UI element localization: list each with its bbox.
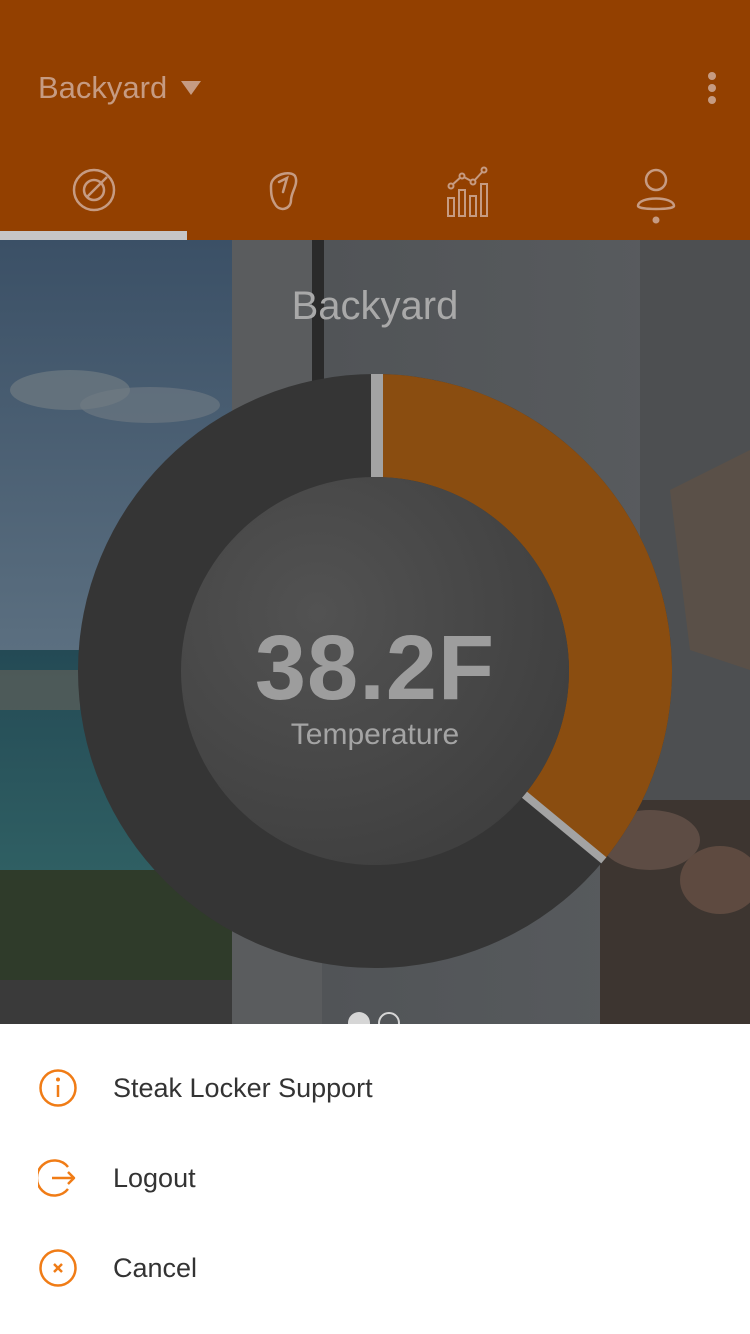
dropdown-caret-icon [181,81,202,95]
support-option[interactable]: Steak Locker Support [0,1048,750,1128]
more-dot-icon [708,72,716,80]
temperature-readout: 38.2F Temperature [180,618,570,752]
location-selector[interactable]: Backyard [38,66,202,110]
location-title: Backyard [291,284,459,328]
tab-profile[interactable] [563,150,750,240]
target-icon [72,168,115,212]
tab-dashboard[interactable] [0,150,188,240]
tab-charts[interactable] [375,150,563,240]
tab-meats[interactable] [188,150,376,240]
action-sheet: Steak Locker Support Logout Cancel [0,1024,750,1334]
bar-chart-icon [446,166,488,217]
top-bar: Backyard [0,0,750,240]
dashboard-panel: Backyard 38.2F Temperature [0,240,750,1024]
page-indicator[interactable] [348,1012,404,1024]
more-dot-icon [708,96,716,104]
meat-cut-icon [270,172,298,211]
info-icon [39,1069,77,1107]
app-screen: Backyard Backyard 38.2F Temperature [0,0,750,1024]
location-name: Backyard [38,70,168,105]
page-dot-active [348,1012,370,1024]
more-dot-icon [708,84,716,92]
logout-label: Logout [113,1163,196,1193]
logout-icon [38,1159,76,1197]
close-icon [39,1249,77,1287]
user-icon [636,168,676,224]
more-menu-button[interactable] [700,68,724,108]
cancel-option[interactable]: Cancel [0,1228,750,1308]
tab-bar [0,150,750,240]
temperature-label: Temperature [290,718,460,751]
selected-tab-indicator [0,231,187,240]
support-label: Steak Locker Support [113,1073,373,1103]
temperature-value: 38.2F [254,617,496,719]
logout-option[interactable]: Logout [0,1138,750,1218]
cancel-label: Cancel [113,1253,198,1283]
page-dot [378,1012,400,1024]
